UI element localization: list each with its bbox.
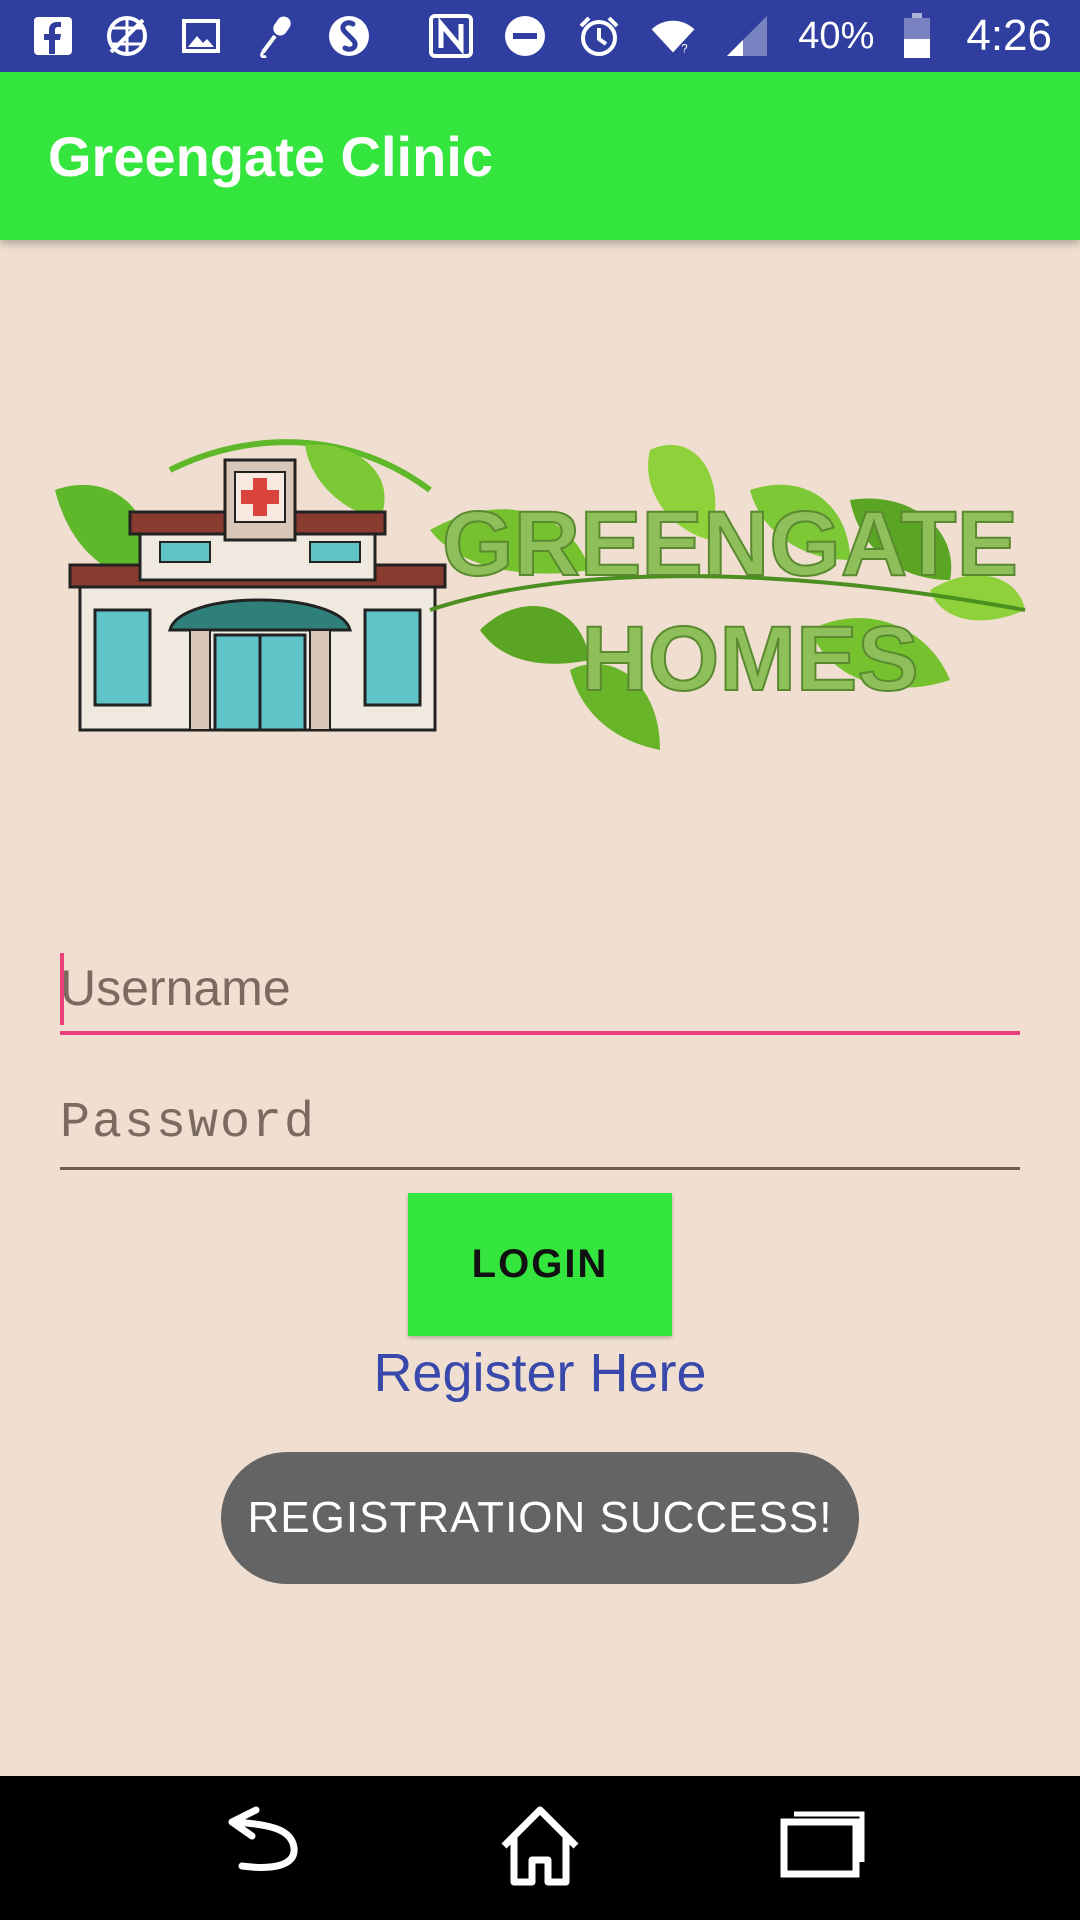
alarm-icon (576, 13, 622, 59)
microphone-icon (252, 13, 298, 59)
app-title: Greengate Clinic (48, 124, 494, 188)
status-bar: ? 40% 4:26 (0, 0, 1080, 72)
clinic-building-icon (68, 458, 447, 732)
password-input[interactable] (60, 1080, 1020, 1167)
register-link[interactable]: Register Here (0, 1342, 1080, 1404)
login-button[interactable]: LOGIN (408, 1193, 672, 1336)
shazam-icon (326, 13, 372, 59)
navigation-bar (0, 1776, 1080, 1920)
username-field-container (60, 945, 1020, 1035)
logo-text-line1: GREENGATE (442, 493, 1018, 595)
nfc-icon (428, 13, 474, 59)
status-bar-notifications (30, 13, 372, 59)
toast-text: REGISTRATION SUCCESS! (247, 1493, 833, 1542)
status-bar-system: ? 40% 4:26 (428, 11, 1052, 61)
username-input[interactable] (60, 945, 1020, 1031)
password-field-container (60, 1080, 1020, 1170)
wifi-icon: ? (650, 13, 696, 59)
logo-text-line2: HOMES (581, 608, 918, 710)
svg-text:?: ? (682, 43, 688, 55)
home-icon[interactable] (485, 1793, 595, 1903)
no-network-icon (104, 13, 150, 59)
battery-percent: 40% (798, 14, 875, 57)
image-icon (178, 13, 224, 59)
back-icon[interactable] (205, 1793, 315, 1903)
text-cursor (60, 953, 64, 1025)
do-not-disturb-icon (502, 13, 548, 59)
facebook-icon (30, 13, 76, 59)
clock: 4:26 (966, 11, 1052, 60)
app-bar: Greengate Clinic (0, 72, 1080, 240)
recents-icon[interactable] (765, 1793, 875, 1903)
greengate-homes-logo: GREENGATE HOMES (50, 430, 1035, 770)
signal-icon (724, 13, 770, 59)
battery-icon (902, 13, 932, 59)
toast-message: REGISTRATION SUCCESS! (221, 1452, 859, 1584)
